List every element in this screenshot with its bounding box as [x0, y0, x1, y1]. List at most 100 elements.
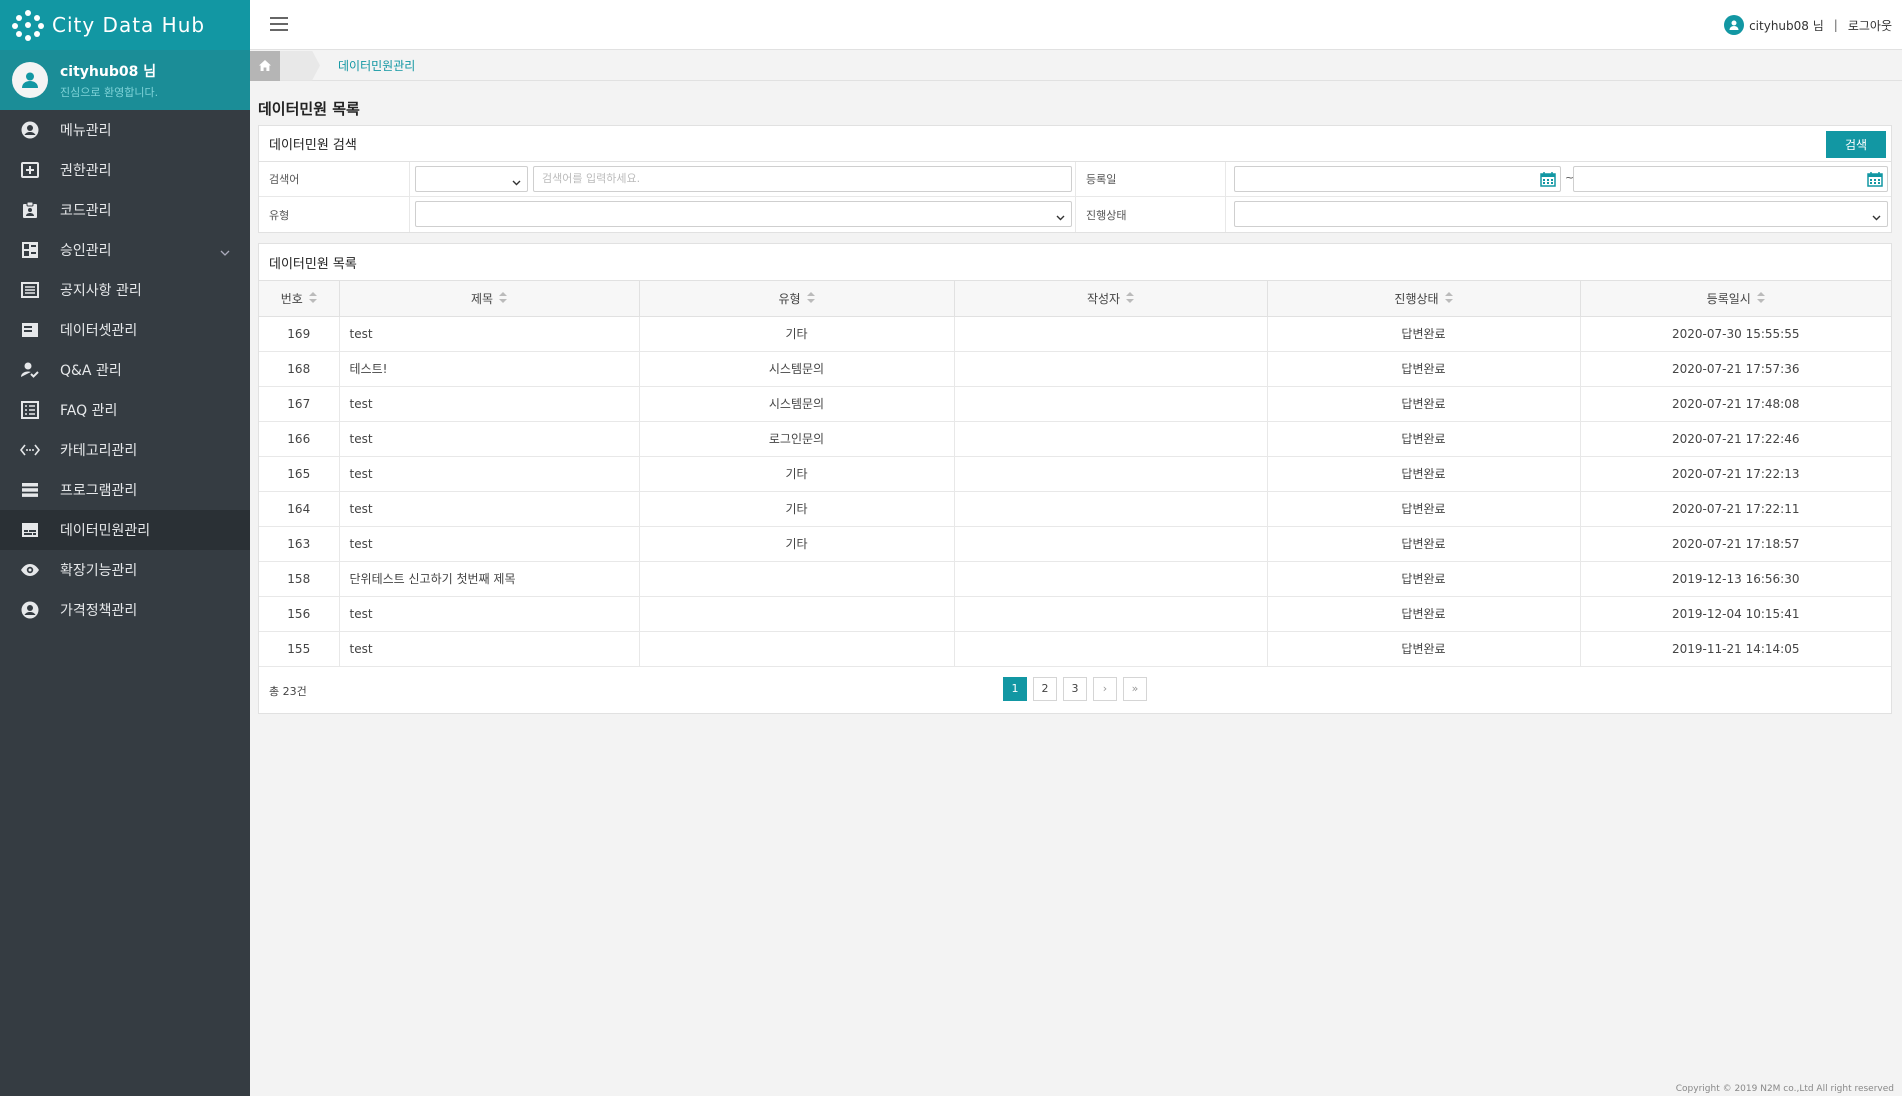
cell-author [954, 596, 1268, 632]
sidebar-item-approval[interactable]: 승인관리 [0, 230, 250, 270]
sidebar-item-program[interactable]: 프로그램관리 [0, 470, 250, 510]
calendar-icon[interactable] [1540, 171, 1556, 196]
sidebar: City Data Hub cityhub08 님 진심으로 환영합니다. 메뉴… [0, 0, 250, 1096]
sidebar-item-code[interactable]: 코드관리 [0, 190, 250, 230]
cell-type: 시스템문의 [639, 386, 955, 422]
cell-status: 답변완료 [1267, 316, 1581, 352]
hamburger-menu-icon[interactable] [270, 17, 288, 33]
table-row[interactable]: 155 test 답변완료 2019-11-21 14:14:05 [259, 631, 1891, 667]
cell-title[interactable]: test [339, 421, 640, 457]
last-page-button[interactable]: » [1123, 676, 1147, 701]
table-row[interactable]: 167 test 시스템문의 답변완료 2020-07-21 17:48:08 [259, 386, 1891, 422]
column-header-status[interactable]: 진행상태 [1267, 281, 1581, 317]
breadcrumb-current[interactable]: 데이터민원관리 [338, 57, 415, 74]
column-header-number[interactable]: 번호 [259, 281, 340, 317]
sidebar-item-notice[interactable]: 공지사항 관리 [0, 270, 250, 310]
sort-icon[interactable] [499, 292, 508, 306]
search-panel-title: 데이터민원 검색 [269, 138, 357, 153]
user-icon [22, 72, 38, 88]
sidebar-item-label: 데이터셋관리 [60, 323, 138, 339]
type-select[interactable] [415, 201, 1072, 227]
cell-title[interactable]: test [339, 596, 640, 632]
subtitles-icon [20, 520, 40, 540]
breadcrumb-arrow [280, 50, 320, 81]
cell-date: 2020-07-21 17:22:46 [1580, 421, 1891, 457]
column-header-label: 유형 [778, 291, 801, 306]
calendar-icon[interactable] [1867, 171, 1883, 196]
sidebar-item-label: FAQ 관리 [60, 403, 118, 419]
page-title: 데이터민원 목록 [258, 100, 360, 118]
column-header-type[interactable]: 유형 [639, 281, 955, 317]
page-button-1[interactable]: 1 [1003, 676, 1027, 701]
sidebar-item-data-complaint[interactable]: 데이터민원관리 [0, 510, 250, 550]
cell-type: 기타 [639, 316, 955, 352]
table-row[interactable]: 169 test 기타 답변완료 2020-07-30 15:55:55 [259, 316, 1891, 352]
column-header-label: 제목 [470, 291, 494, 306]
cell-type: 시스템문의 [639, 351, 955, 387]
cell-title[interactable]: 테스트! [339, 351, 640, 387]
cell-status: 답변완료 [1267, 596, 1581, 632]
sidebar-item-label: 확장기능관리 [60, 563, 138, 579]
date-end-field[interactable] [1573, 166, 1888, 192]
top-user-area: cityhub08 님 | 로그아웃 [1724, 15, 1892, 35]
sidebar-item-dataset[interactable]: 데이터셋관리 [0, 310, 250, 350]
cell-date: 2020-07-21 17:57:36 [1580, 351, 1891, 387]
cell-title[interactable]: test [339, 316, 640, 352]
cell-title[interactable]: test [339, 456, 640, 492]
user-circle-icon [20, 600, 40, 620]
user-icon [1724, 15, 1745, 35]
page-button-2[interactable]: 2 [1033, 676, 1057, 701]
sidebar-item-extension[interactable]: 확장기능관리 [0, 550, 250, 590]
sidebar-item-menu[interactable]: 메뉴관리 [0, 110, 250, 150]
sort-icon[interactable] [1444, 292, 1453, 306]
cell-title[interactable]: test [339, 491, 640, 527]
status-label: 진행상태 [1075, 197, 1226, 232]
keyword-input[interactable]: 검색어를 입력하세요. [533, 166, 1072, 192]
type-label: 유형 [259, 197, 410, 232]
sidebar-item-faq[interactable]: FAQ 관리 [0, 390, 250, 430]
dashboard-icon [20, 240, 40, 260]
column-header-author[interactable]: 작성자 [954, 281, 1268, 317]
date-start-field[interactable] [1234, 166, 1561, 192]
table-row[interactable]: 163 test 기타 답변완료 2020-07-21 17:18:57 [259, 526, 1891, 562]
sidebar-item-category[interactable]: 카테고리관리 [0, 430, 250, 470]
table-row[interactable]: 156 test 답변완료 2019-12-04 10:15:41 [259, 596, 1891, 632]
dataset-icon [20, 320, 40, 340]
chevron-down-icon [220, 244, 230, 260]
complaint-table: 번호 제목 유형 작성자 진행상태 등록일시 169 test 기타 답변완료 2020… [259, 281, 1891, 667]
page-button-3[interactable]: 3 [1063, 676, 1087, 701]
cell-number: 165 [259, 456, 340, 492]
cell-title[interactable]: test [339, 526, 640, 562]
cell-title[interactable]: test [339, 386, 640, 422]
sort-icon[interactable] [308, 292, 317, 306]
cell-status: 답변완료 [1267, 561, 1581, 597]
clipboard-icon [20, 200, 40, 220]
sidebar-item-pricing[interactable]: 가격정책관리 [0, 590, 250, 630]
sort-icon[interactable] [806, 292, 815, 306]
sort-icon[interactable] [1756, 292, 1765, 306]
table-row[interactable]: 164 test 기타 답변완료 2020-07-21 17:22:11 [259, 491, 1891, 527]
sidebar-item-qna[interactable]: Q&A 관리 [0, 350, 250, 390]
next-page-button[interactable]: › [1093, 676, 1117, 701]
table-row[interactable]: 166 test 로그인문의 답변완료 2020-07-21 17:22:46 [259, 421, 1891, 457]
status-select[interactable] [1234, 201, 1888, 227]
table-row[interactable]: 168 테스트! 시스템문의 답변완료 2020-07-21 17:57:36 [259, 351, 1891, 387]
cell-author [954, 386, 1268, 422]
sort-icon[interactable] [1126, 292, 1135, 306]
cell-status: 답변완료 [1267, 351, 1581, 387]
cell-title[interactable]: test [339, 631, 640, 667]
home-icon[interactable] [250, 50, 280, 81]
sidebar-item-permission[interactable]: 권한관리 [0, 150, 250, 190]
chevron-down-icon [512, 175, 521, 189]
cell-number: 167 [259, 386, 340, 422]
cell-title[interactable]: 단위테스트 신고하기 첫번째 제목 [339, 561, 640, 597]
cell-status: 답변완료 [1267, 386, 1581, 422]
column-header-date[interactable]: 등록일시 [1580, 281, 1891, 317]
search-button[interactable]: 검색 [1826, 131, 1886, 158]
logout-link[interactable]: 로그아웃 [1848, 17, 1892, 34]
column-header-title[interactable]: 제목 [339, 281, 640, 317]
app-logo[interactable]: City Data Hub [0, 0, 250, 50]
table-row[interactable]: 158 단위테스트 신고하기 첫번째 제목 답변완료 2019-12-13 16:56… [259, 561, 1891, 597]
table-row[interactable]: 165 test 기타 답변완료 2020-07-21 17:22:13 [259, 456, 1891, 492]
keyword-type-select[interactable] [415, 166, 528, 192]
